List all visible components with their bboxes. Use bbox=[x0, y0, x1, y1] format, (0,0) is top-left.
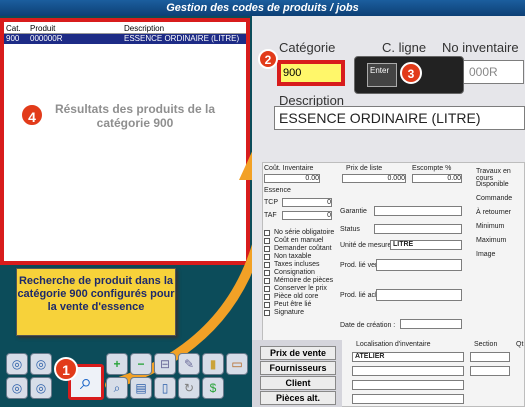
checkbox-2[interactable] bbox=[264, 246, 270, 252]
chart-icon[interactable]: ▮ bbox=[202, 353, 224, 375]
escompte-input[interactable]: 0.00 bbox=[412, 174, 462, 183]
prix-label: Prix de liste bbox=[346, 165, 383, 172]
fournisseurs-button[interactable]: Fournisseurs bbox=[260, 361, 336, 375]
stock-label-0: Disponible bbox=[476, 181, 509, 188]
checkbox-label-1: Coût en manuel bbox=[274, 237, 324, 244]
window-title: Gestion des codes de produits / jobs bbox=[0, 0, 525, 16]
prod-vente-input[interactable] bbox=[376, 259, 462, 271]
taf-input[interactable]: 0 bbox=[282, 211, 332, 220]
checkbox-6[interactable] bbox=[264, 278, 270, 284]
checkbox-1[interactable] bbox=[264, 238, 270, 244]
table-row[interactable]: 900 000000R ESSENCE ORDINAIRE (LITRE) bbox=[4, 34, 246, 44]
enter-key-icon: Enter bbox=[367, 63, 397, 87]
col-produit[interactable]: Produit bbox=[30, 24, 55, 33]
unite-label: Unité de mesure bbox=[340, 242, 392, 249]
toolbar: ◎ ◎ + − ⊟ ✎ ▮ ▭ ◎ ◎ ⌕ ▤ ▯ ↻ $ bbox=[2, 345, 252, 405]
checkbox-label-8: Pièce old core bbox=[274, 293, 319, 300]
description-input[interactable]: ESSENCE ORDINAIRE (LITRE) bbox=[274, 106, 525, 130]
client-button[interactable]: Client bbox=[260, 376, 336, 390]
localisation-select-4[interactable] bbox=[352, 394, 464, 404]
date-input[interactable] bbox=[400, 319, 462, 329]
stock-label-1: Commande bbox=[476, 195, 513, 202]
essence-label: Essence bbox=[264, 187, 291, 194]
categorie-input[interactable]: 900 bbox=[277, 60, 345, 86]
prix-vente-button[interactable]: Prix de vente bbox=[260, 346, 336, 360]
checkbox-7[interactable] bbox=[264, 286, 270, 292]
section-select[interactable] bbox=[470, 352, 510, 362]
localisation-select[interactable]: ATELIER bbox=[352, 352, 464, 362]
section-label: Section bbox=[474, 341, 498, 348]
step-2-badge: 2 bbox=[258, 49, 278, 69]
stock-label-4: Maximum bbox=[476, 237, 507, 244]
checkbox-label-10: Signature bbox=[274, 309, 304, 316]
garantie-select[interactable] bbox=[374, 206, 462, 216]
results-header: Cat. Produit Description bbox=[4, 24, 246, 34]
checkbox-5[interactable] bbox=[264, 270, 270, 276]
prod-achat-input[interactable] bbox=[376, 289, 462, 301]
stock-label-2: À retourner bbox=[476, 209, 512, 216]
col-cat[interactable]: Cat. bbox=[6, 24, 21, 33]
tcp-label: TCP bbox=[264, 199, 278, 206]
folder-icon[interactable]: ▭ bbox=[226, 353, 248, 375]
image-label: Image bbox=[476, 251, 496, 258]
section-select-2[interactable] bbox=[470, 366, 510, 376]
enter-key-label: Enter bbox=[370, 66, 390, 75]
money-icon[interactable]: $ bbox=[202, 377, 224, 399]
world-icon[interactable]: ◎ bbox=[30, 353, 52, 375]
checkbox-label-4: Taxes incluses bbox=[274, 261, 320, 268]
categorie-label: Catégorie bbox=[279, 40, 336, 55]
stock-label-3: Minimum bbox=[476, 223, 505, 230]
pencil-icon[interactable]: ✎ bbox=[178, 353, 200, 375]
checkbox-8[interactable] bbox=[264, 294, 270, 300]
status-label: Status bbox=[340, 226, 360, 233]
copy-icon[interactable]: ⊟ bbox=[154, 353, 176, 375]
step-1-badge: 1 bbox=[54, 357, 78, 381]
unite-select[interactable]: LITRE bbox=[390, 240, 462, 250]
localisation-select-3[interactable] bbox=[352, 380, 464, 390]
status-select[interactable] bbox=[374, 224, 462, 234]
inventaire-label: No inventaire bbox=[442, 40, 519, 55]
row-description: ESSENCE ORDINAIRE (LITRE) bbox=[124, 34, 240, 43]
checkbox-4[interactable] bbox=[264, 262, 270, 268]
garantie-label: Garantie bbox=[340, 208, 367, 215]
globe-icon[interactable]: ◎ bbox=[6, 353, 28, 375]
ligne-label: C. ligne bbox=[382, 40, 427, 55]
checkbox-label-0: No série obligatoire bbox=[274, 229, 335, 236]
world-alt-icon[interactable]: ◎ bbox=[30, 377, 52, 399]
date-label: Date de création : bbox=[340, 322, 396, 329]
row-produit: 000000R bbox=[30, 34, 63, 43]
checkbox-10[interactable] bbox=[264, 310, 270, 316]
checkbox-9[interactable] bbox=[264, 302, 270, 308]
checkbox-0[interactable] bbox=[264, 230, 270, 236]
step-4-badge: 4 bbox=[20, 103, 44, 127]
localisation-select-2[interactable] bbox=[352, 366, 464, 376]
pieces-alt-button[interactable]: Pièces alt. bbox=[260, 391, 336, 405]
qte-label: Qt bbox=[516, 341, 524, 348]
add-icon[interactable]: + bbox=[106, 353, 128, 375]
truck-icon[interactable]: ▤ bbox=[130, 377, 152, 399]
cout-input[interactable]: 0.00 bbox=[264, 174, 320, 183]
checkbox-label-7: Conserver le prix bbox=[274, 285, 327, 292]
escompte-label: Escompte % bbox=[412, 165, 452, 172]
localisation-label: Localisation d'inventaire bbox=[356, 341, 431, 348]
taf-label: TAF bbox=[264, 212, 277, 219]
scan-icon[interactable]: ⌕ bbox=[106, 377, 128, 399]
refresh-icon[interactable]: ↻ bbox=[178, 377, 200, 399]
cout-label: Coût. Inventaire bbox=[264, 165, 314, 172]
row-cat: 900 bbox=[6, 34, 20, 43]
step-3-badge: 3 bbox=[400, 62, 422, 84]
globe-alt-icon[interactable]: ◎ bbox=[6, 377, 28, 399]
checkbox-3[interactable] bbox=[264, 254, 270, 260]
col-description[interactable]: Description bbox=[124, 24, 164, 33]
checkbox-label-2: Demander coûtant bbox=[274, 245, 332, 252]
checkbox-label-9: Peut être lié bbox=[274, 301, 312, 308]
document-icon[interactable]: ▯ bbox=[154, 377, 176, 399]
tcp-input[interactable]: 0 bbox=[282, 198, 332, 207]
checkbox-label-3: Non taxable bbox=[274, 253, 312, 260]
checkbox-label-6: Mémoire de pièces bbox=[274, 277, 334, 284]
prix-input[interactable]: 0.000 bbox=[342, 174, 406, 183]
travaux-label: Travaux en cours bbox=[476, 168, 511, 182]
remove-icon[interactable]: − bbox=[130, 353, 152, 375]
checkbox-label-5: Consignation bbox=[274, 269, 315, 276]
